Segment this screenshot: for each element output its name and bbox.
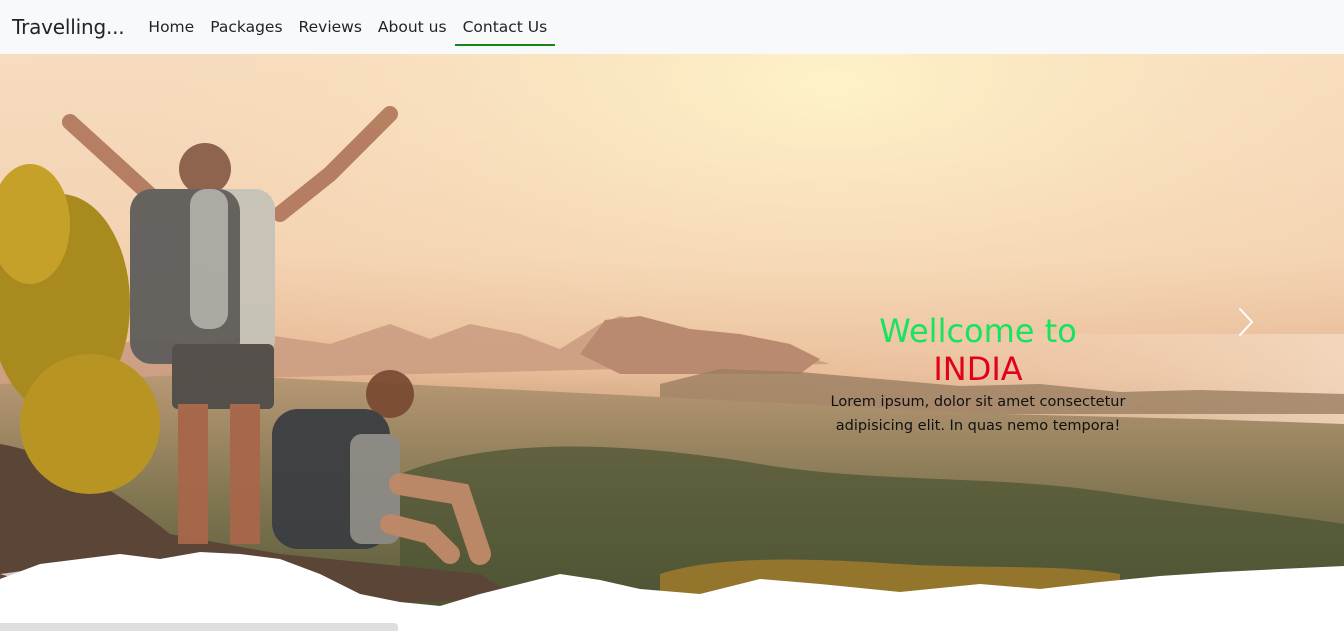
caption-subtitle: INDIA [933, 350, 1023, 388]
nav-item-packages[interactable]: Packages [202, 0, 290, 54]
hero-background-image [0, 54, 1344, 631]
nav-item-about-us[interactable]: About us [370, 0, 455, 54]
caption-text-line-1: Lorem ipsum, dolor sit amet consectetur [830, 394, 1126, 410]
nav-item-reviews[interactable]: Reviews [291, 0, 370, 54]
chevron-right-icon [1239, 308, 1253, 336]
caption-text-line-2: adipisicing elit. In quas nemo tempora! [835, 418, 1121, 434]
caption-text: Lorem ipsum, dolor sit amet consectetur … [820, 390, 1136, 438]
carousel-caption: Wellcome to INDIA Lorem ipsum, dolor sit… [820, 312, 1136, 438]
navbar: Travelling... Home Packages Reviews Abou… [0, 0, 1344, 54]
nav-item-contact-us[interactable]: Contact Us [454, 0, 556, 54]
nav-links: Home Packages Reviews About us Contact U… [140, 0, 555, 54]
carousel-next-button[interactable] [1226, 292, 1266, 352]
navbar-brand[interactable]: Travelling... [12, 15, 125, 39]
browser-status-bar [0, 623, 398, 631]
caption-title: Wellcome to [879, 312, 1077, 350]
hero-carousel: Wellcome to INDIA Lorem ipsum, dolor sit… [0, 54, 1344, 631]
nav-item-home[interactable]: Home [140, 0, 202, 54]
